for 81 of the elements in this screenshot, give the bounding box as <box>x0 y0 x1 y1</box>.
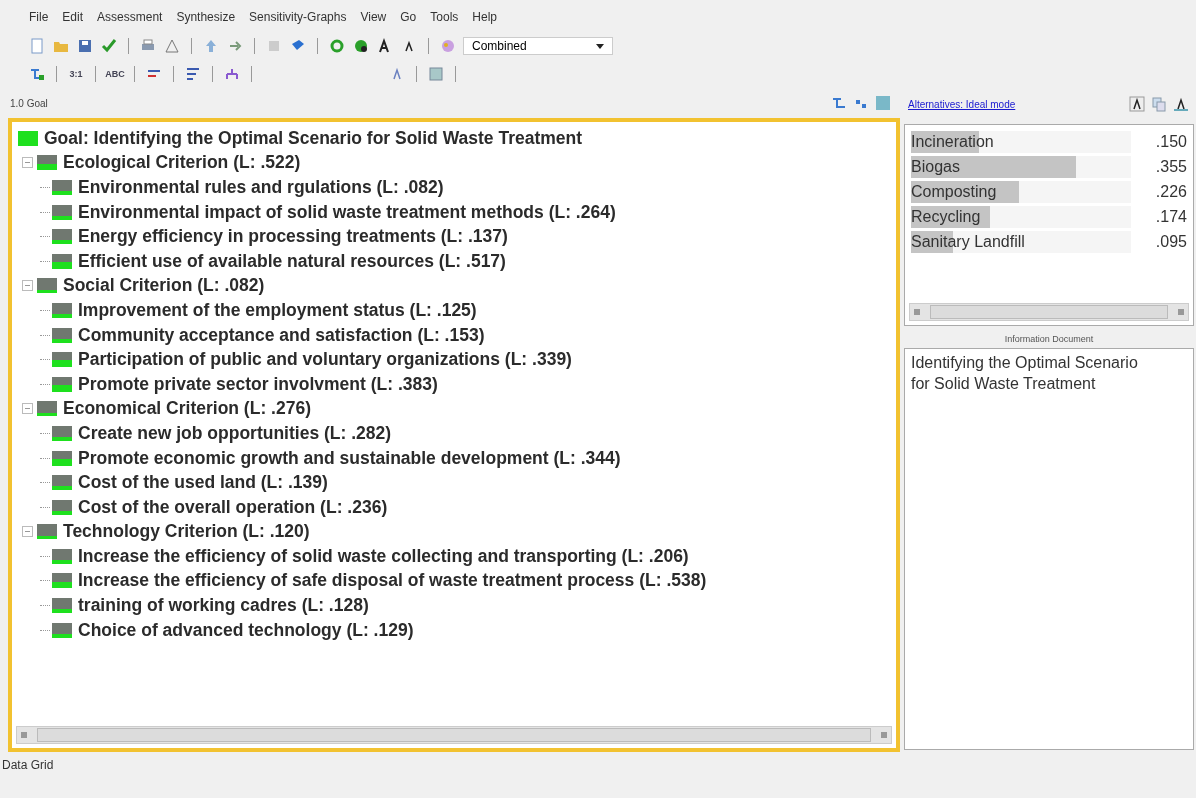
tree-node-label[interactable]: Environmental rules and rgulations (L: .082) <box>78 177 444 198</box>
panel-title: Information Document <box>1003 333 1095 346</box>
collapse-icon[interactable] <box>22 403 33 415</box>
palette-icon[interactable] <box>439 37 457 55</box>
alternative-priority: .355 <box>1155 157 1187 176</box>
horizontal-scrollbar[interactable] <box>16 726 892 744</box>
tree-node-label[interactable]: Goal: Identifying the Optimal Scenario for Solid Waste Treatment <box>44 127 583 149</box>
alternative-priority: .174 <box>1155 207 1187 226</box>
tree-node-label[interactable]: Choice of advanced technology (L: .129) <box>78 619 414 641</box>
tree-node-label[interactable]: Increase the efficiency of solid waste collecting and transporting (L: .206) <box>78 545 689 567</box>
collapse-icon[interactable] <box>22 157 33 169</box>
alternative-name[interactable]: Biogas <box>911 157 960 176</box>
menu-item[interactable]: Sensitivity-Graphs <box>248 10 348 28</box>
tree-node-label[interactable]: Create new job opportunities (L: .282) <box>78 422 392 444</box>
node-priority-icon <box>52 352 72 368</box>
node-priority-icon <box>52 376 72 392</box>
node-priority-icon <box>37 524 57 540</box>
tree-node-label[interactable]: Efficient use of available natural resources (L: .517) <box>78 250 506 272</box>
horizontal-scrollbar[interactable] <box>909 303 1189 321</box>
panel-icon[interactable] <box>427 65 445 83</box>
menu-item[interactable]: Assessment <box>96 10 164 28</box>
tree-path-label: 1.0 Goal <box>10 97 48 109</box>
node-priority-icon <box>52 548 72 564</box>
node-priority-icon <box>52 253 72 269</box>
tree-node-label[interactable]: Promote private sector involvment (L: .383) <box>78 373 438 395</box>
node-priority-icon <box>52 425 72 441</box>
mode-dropdown[interactable]: Combined <box>463 37 613 55</box>
node-priority-icon <box>52 450 72 466</box>
tree-node-label[interactable]: Environmental impact of solid waste treatment methods (L: .264) <box>78 201 616 223</box>
alternative-priority: .150 <box>1155 132 1187 151</box>
information-text: Identifying the Optimal Scenario for Solid Waste Treatment <box>904 348 1194 750</box>
node-priority-icon <box>52 229 72 245</box>
tree-node-label[interactable]: training of working cadres (L: .128) <box>78 595 369 617</box>
new-file-icon[interactable] <box>28 37 46 55</box>
status-bar-text: Data Grid <box>1 757 55 772</box>
alternative-priority: .226 <box>1155 182 1187 201</box>
node-priority-icon <box>37 278 57 294</box>
ratio-button[interactable]: 3:1 <box>67 65 85 83</box>
menu-item[interactable]: File <box>28 10 50 28</box>
node-priority-icon <box>52 475 72 491</box>
save-icon[interactable] <box>76 37 94 55</box>
dropdown-arrow-icon <box>596 43 604 49</box>
node-priority-icon <box>52 573 72 589</box>
node-priority-icon <box>37 401 57 417</box>
menu-item[interactable]: View <box>359 10 388 28</box>
checkmark-icon[interactable] <box>100 37 118 55</box>
tree-node-label[interactable]: Energy efficiency in processing treatments (L: .137) <box>78 226 508 248</box>
tree-node-label[interactable]: Technology Criterion (L: .120) <box>63 521 310 543</box>
node-priority-icon <box>18 130 38 146</box>
collapse-icon[interactable] <box>22 280 33 292</box>
text-button[interactable]: ABC <box>106 65 124 83</box>
menu-item[interactable]: Synthesize <box>175 10 237 28</box>
node-priority-icon <box>52 622 72 638</box>
menu-item[interactable]: Edit <box>61 10 85 28</box>
tree-node-label[interactable]: Improvement of the employment status (L: .125) <box>78 299 477 321</box>
node-priority-icon <box>52 204 72 220</box>
tree-node-label[interactable]: Cost of the overall operation (L: .236) <box>78 496 388 518</box>
node-priority-icon <box>52 499 72 515</box>
alternatives-mode-link[interactable]: Alternatives: Ideal mode <box>908 98 1016 110</box>
menu-item[interactable]: Help <box>471 10 498 28</box>
tree-node-label[interactable]: Cost of the used land (L: .139) <box>78 472 328 494</box>
alternative-priority: .095 <box>1155 232 1187 251</box>
node-priority-icon <box>52 180 72 195</box>
tree-node-label[interactable]: Increase the efficiency of safe disposal of waste treatment process (L: .538) <box>78 570 707 592</box>
tree-node-label[interactable]: Community acceptance and satisfaction (L: .153) <box>78 324 485 346</box>
menu-item[interactable]: Go <box>399 10 418 28</box>
node-priority-icon <box>37 155 57 171</box>
node-priority-icon <box>52 327 72 343</box>
tree-node-label[interactable]: Promote economic growth and sustainable development (L: .344) <box>78 447 621 469</box>
tree-node-label[interactable]: Social Criterion (L: .082) <box>63 275 265 297</box>
grid-layout-icon[interactable] <box>874 94 892 112</box>
tree-node-label[interactable]: Economical Criterion (L: .276) <box>63 398 311 420</box>
warning-icon[interactable] <box>163 37 181 55</box>
menu-item[interactable]: Tools <box>429 10 460 28</box>
node-priority-icon <box>52 598 72 614</box>
tree-node-label[interactable]: Participation of public and voluntary organizations (L: .339) <box>78 349 572 371</box>
font-format-icon[interactable] <box>1128 95 1146 113</box>
node-priority-icon <box>52 302 72 318</box>
tree-node-label[interactable]: Ecological Criterion (L: .522) <box>63 152 301 174</box>
collapse-icon[interactable] <box>22 526 33 538</box>
sort-icon[interactable] <box>184 65 202 83</box>
